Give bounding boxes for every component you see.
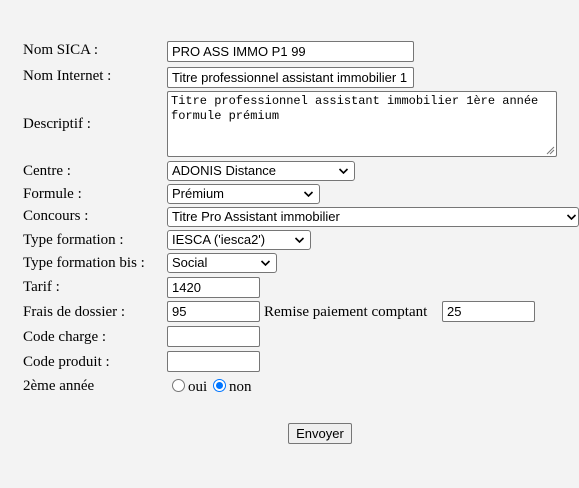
descriptif-textarea[interactable]: Titre professionnel assistant immobilier…: [167, 91, 557, 157]
radio-oui-label: oui: [188, 379, 208, 395]
type-formation-bis-label: Type formation bis :: [23, 255, 145, 271]
nom-sica-label: Nom SICA :: [23, 42, 99, 58]
chevron-down-icon: [260, 260, 271, 267]
centre-selected-value: ADONIS Distance: [172, 163, 277, 178]
chevron-down-icon: [303, 191, 314, 198]
formule-label: Formule :: [23, 186, 82, 202]
chevron-down-icon: [338, 168, 349, 175]
code-produit-input[interactable]: [167, 351, 260, 372]
resize-handle-icon[interactable]: [546, 146, 555, 155]
code-produit-label: Code produit :: [23, 354, 110, 370]
formule-select[interactable]: Prémium: [167, 184, 320, 204]
radio-non[interactable]: [213, 379, 226, 392]
type-formation-bis-selected-value: Social: [172, 255, 208, 270]
chevron-down-icon: [566, 214, 577, 221]
tarif-label: Tarif :: [23, 279, 60, 295]
nom-internet-input[interactable]: [167, 67, 414, 88]
code-charge-label: Code charge :: [23, 329, 107, 345]
type-formation-bis-select[interactable]: Social: [167, 253, 277, 273]
nom-internet-label: Nom Internet :: [23, 68, 112, 84]
centre-label: Centre :: [23, 163, 71, 179]
frais-dossier-label: Frais de dossier :: [23, 304, 126, 320]
formule-selected-value: Prémium: [172, 186, 225, 201]
centre-select[interactable]: ADONIS Distance: [167, 161, 355, 181]
tarif-input[interactable]: [167, 277, 260, 298]
deuxieme-annee-label: 2ème année: [23, 378, 95, 394]
radio-oui[interactable]: [172, 379, 185, 392]
type-formation-label: Type formation :: [23, 232, 124, 248]
code-charge-input[interactable]: [167, 326, 260, 347]
nom-sica-input[interactable]: [167, 41, 414, 62]
remise-label: Remise paiement comptant: [264, 304, 428, 320]
concours-label: Concours :: [23, 208, 89, 224]
type-formation-select[interactable]: IESCA ('iesca2'): [167, 230, 311, 250]
radio-non-label: non: [229, 379, 252, 395]
concours-select[interactable]: Titre Pro Assistant immobilier: [167, 207, 579, 227]
chevron-down-icon: [294, 237, 305, 244]
type-formation-selected-value: IESCA ('iesca2'): [172, 232, 266, 247]
concours-selected-value: Titre Pro Assistant immobilier: [172, 209, 340, 224]
envoyer-button[interactable]: Envoyer: [288, 423, 352, 444]
descriptif-label: Descriptif :: [23, 116, 91, 132]
frais-dossier-input[interactable]: [167, 301, 260, 322]
remise-input[interactable]: [442, 301, 535, 322]
